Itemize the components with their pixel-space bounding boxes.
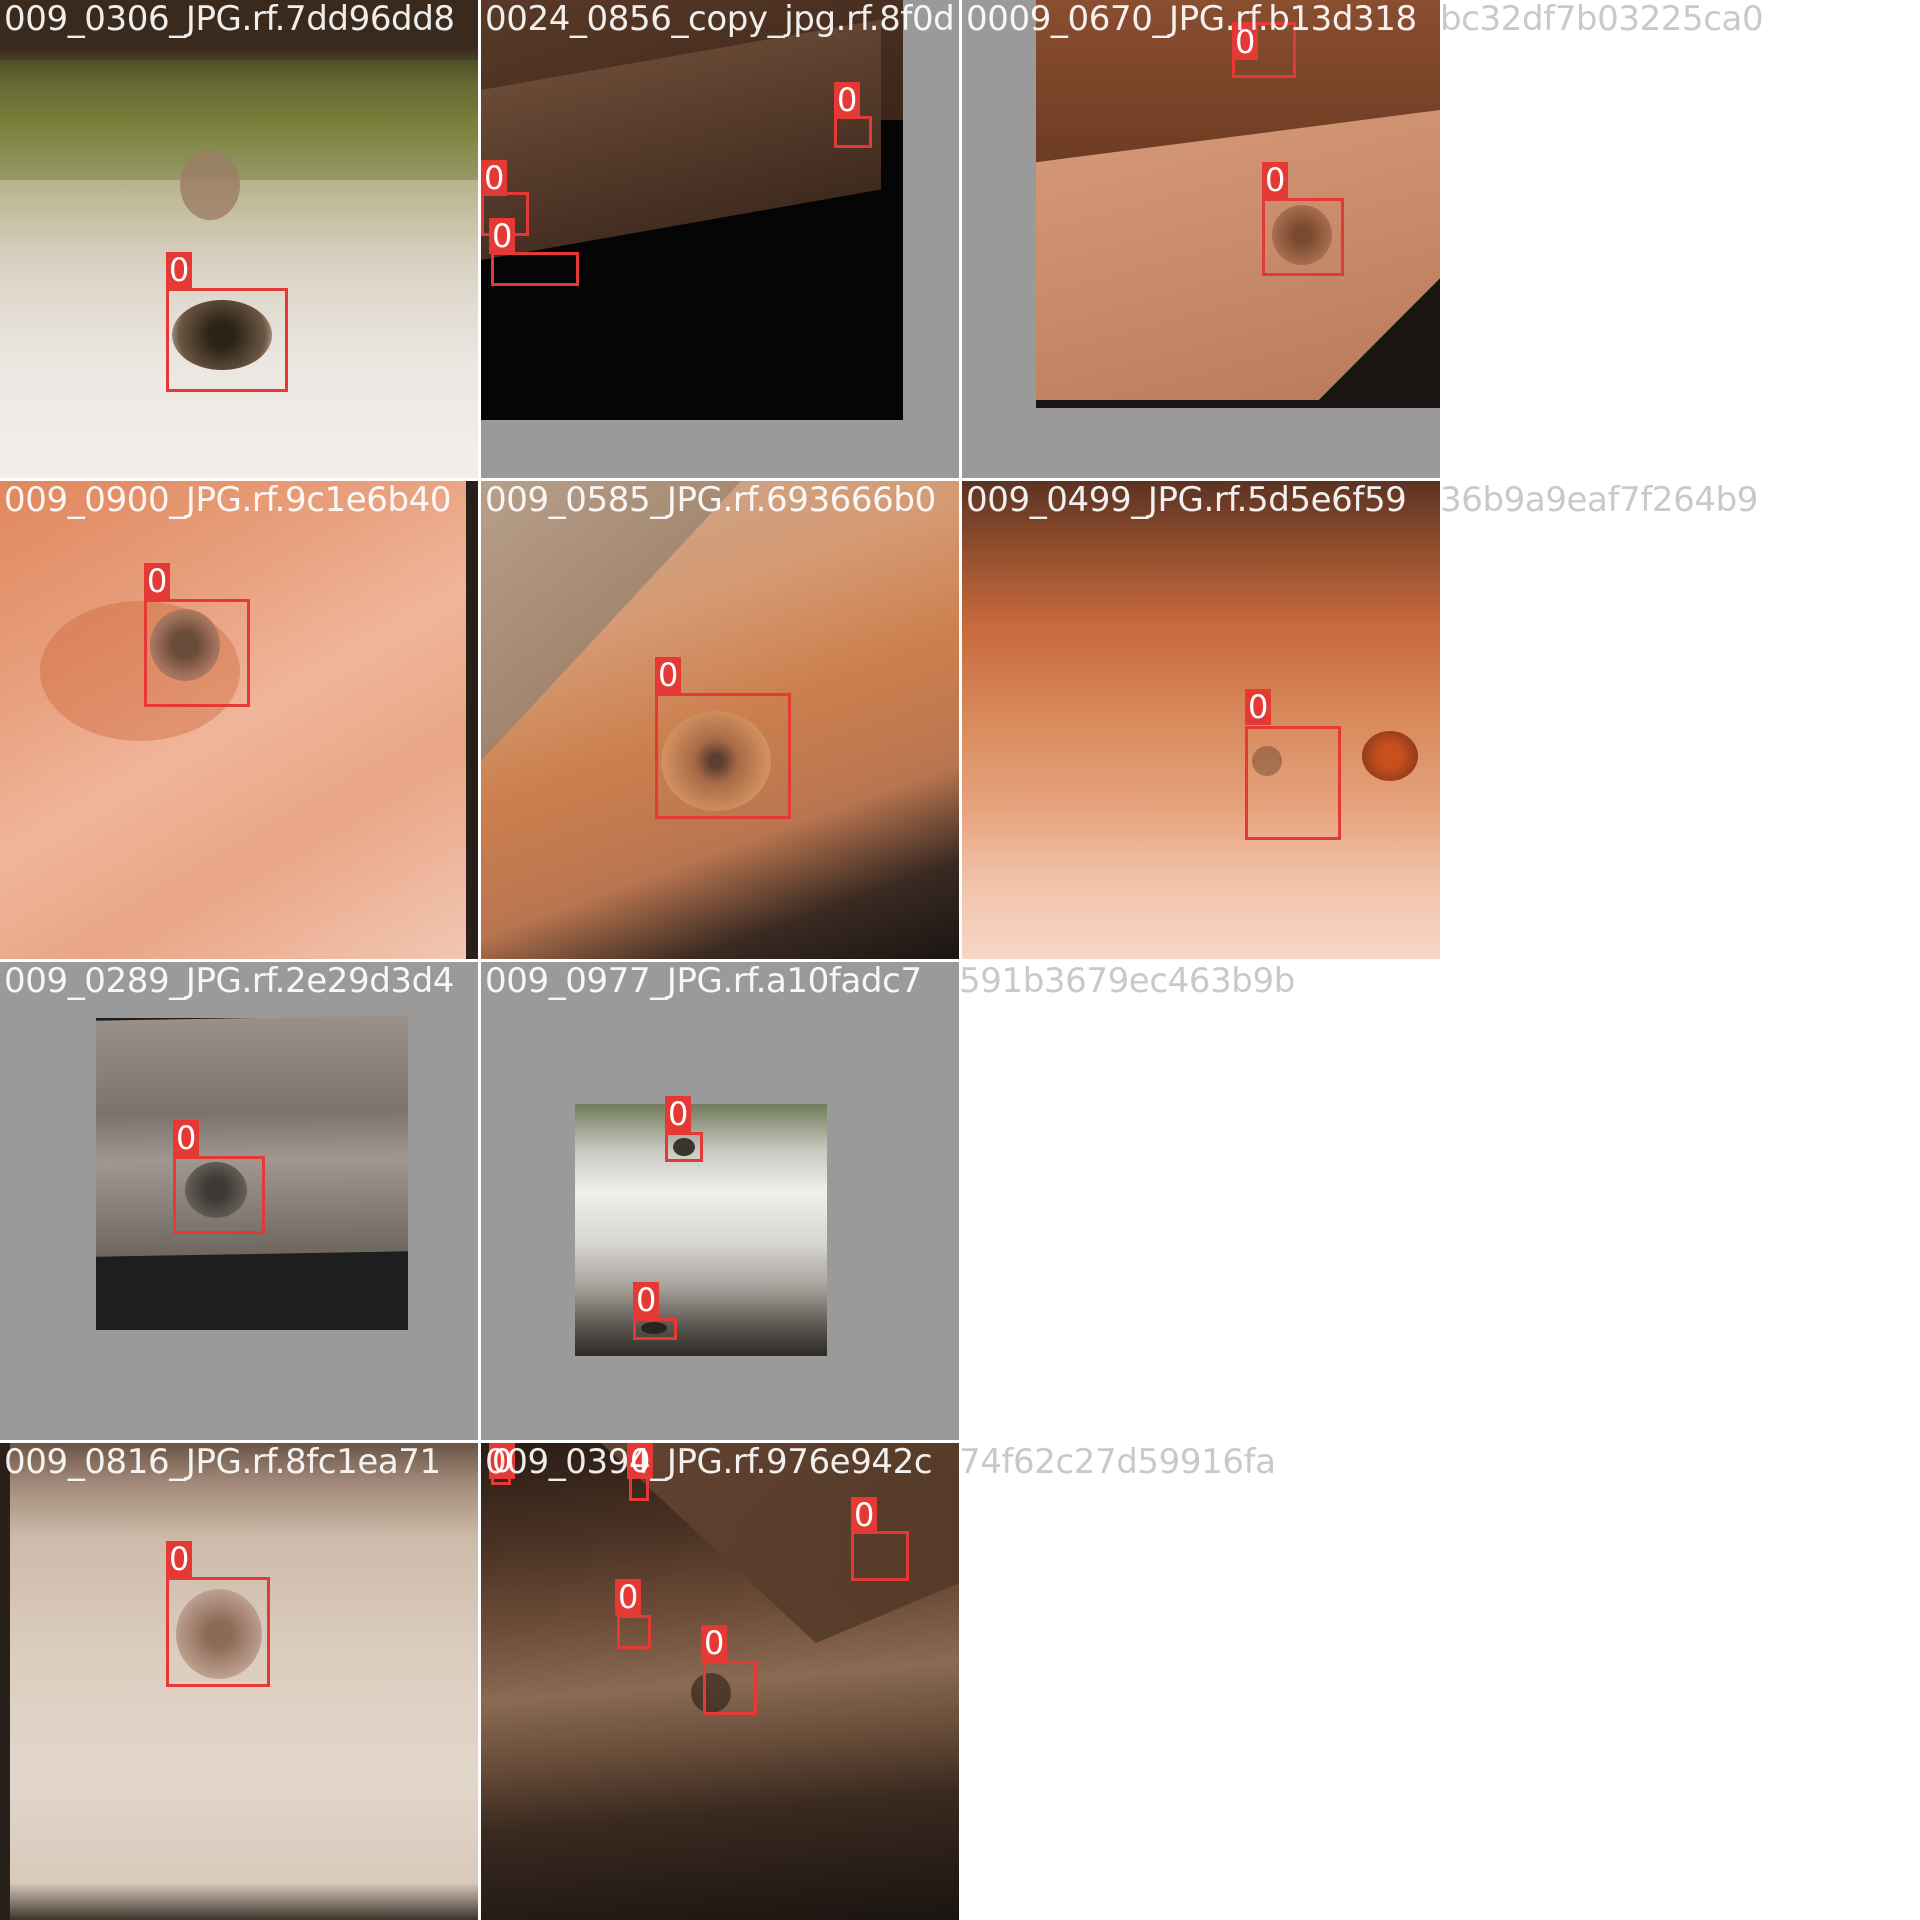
bounding-box xyxy=(633,1318,677,1340)
class-label: 0 xyxy=(166,1541,193,1577)
bounding-box xyxy=(655,693,791,819)
bounding-box xyxy=(1245,726,1341,840)
class-label: 0 xyxy=(665,1096,692,1132)
tile-6: 009_0499_JPG.rf.5d5e6f59 0 xyxy=(962,481,1440,959)
tile-title: 009_0394_JPG.rf.976e942c xyxy=(485,1443,933,1482)
title-overflow: bc32df7b03225ca0 xyxy=(1440,0,1764,39)
tile-title: 0024_0856_copy_jpg.rf.8f0d xyxy=(485,0,955,39)
tile-title: 009_0900_JPG.rf.9c1e6b40 xyxy=(4,481,452,520)
bounding-box xyxy=(834,116,872,148)
bounding-box xyxy=(1262,198,1344,276)
tile-1: 009_0306_JPG.rf.7dd96dd8 0 xyxy=(0,0,478,478)
class-label: 0 xyxy=(633,1282,660,1318)
tile-title: 009_0585_JPG.rf.693666b0 xyxy=(485,481,936,520)
class-label: 0 xyxy=(173,1120,200,1156)
title-overflow: 74f62c27d59916fa xyxy=(959,1442,1276,1482)
tile-10: 009_0394_JPG.rf.976e942c 0 0 0 0 0 xyxy=(481,1443,959,1920)
class-label: 0 xyxy=(1245,689,1272,725)
tile-2: 0024_0856_copy_jpg.rf.8f0d 0 0 0 xyxy=(481,0,959,478)
tile-title: 009_0816_JPG.rf.8fc1ea71 xyxy=(4,1443,441,1482)
tile-3: 0009_0670_JPG.rf.b13d318 0 0 xyxy=(962,0,1440,478)
bounding-box xyxy=(491,252,579,286)
class-label: 0 xyxy=(1262,162,1289,198)
tile-4: 009_0900_JPG.rf.9c1e6b40 0 xyxy=(0,481,478,959)
class-label: 0 xyxy=(481,160,508,196)
bounding-box xyxy=(173,1156,265,1234)
class-label: 0 xyxy=(166,252,193,288)
class-label: 0 xyxy=(655,657,682,693)
bounding-box xyxy=(851,1531,909,1581)
tile-8: 009_0977_JPG.rf.a10fadc7 0 0 xyxy=(481,962,959,1440)
tile-5: 009_0585_JPG.rf.693666b0 0 xyxy=(481,481,959,959)
bounding-box xyxy=(617,1615,651,1649)
bounding-box xyxy=(166,288,288,392)
tile-title: 009_0977_JPG.rf.a10fadc7 xyxy=(485,962,922,1001)
detection-mosaic: 009_0306_JPG.rf.7dd96dd8 0 0024_0856_cop… xyxy=(0,0,1920,1920)
class-label: 0 xyxy=(701,1625,728,1661)
bounding-box xyxy=(144,599,250,707)
title-overflow: 591b3679ec463b9b xyxy=(959,961,1295,1001)
tile-9: 009_0816_JPG.rf.8fc1ea71 0 xyxy=(0,1443,478,1920)
class-label: 0 xyxy=(834,82,861,118)
class-label: 0 xyxy=(144,563,171,599)
tile-title: 009_0306_JPG.rf.7dd96dd8 xyxy=(4,0,455,39)
title-overflow: 36b9a9eaf7f264b9 xyxy=(1440,480,1758,520)
bounding-box xyxy=(703,1661,757,1715)
class-label: 0 xyxy=(489,218,516,254)
tile-title: 009_0289_JPG.rf.2e29d3d4 xyxy=(4,962,455,1001)
bounding-box xyxy=(665,1132,703,1162)
bounding-box xyxy=(166,1577,270,1687)
tile-7: 009_0289_JPG.rf.2e29d3d4 0 xyxy=(0,962,478,1440)
tile-title: 0009_0670_JPG.rf.b13d318 xyxy=(966,0,1417,39)
class-label: 0 xyxy=(615,1579,642,1615)
class-label: 0 xyxy=(851,1497,878,1533)
tile-title: 009_0499_JPG.rf.5d5e6f59 xyxy=(966,481,1407,520)
